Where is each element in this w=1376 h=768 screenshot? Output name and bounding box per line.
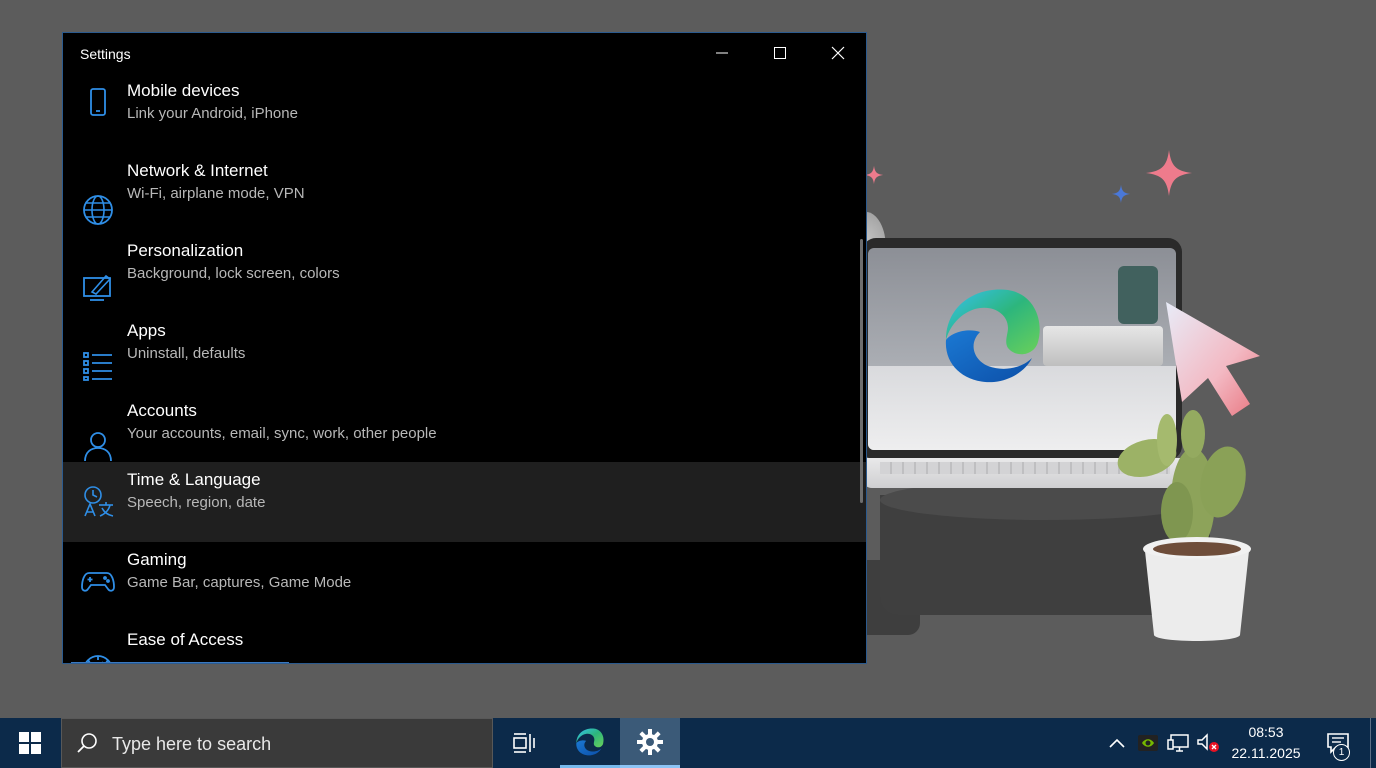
window-title: Settings <box>80 46 131 62</box>
category-title: Mobile devices <box>127 81 240 100</box>
clock-date: 22.11.2025 <box>1231 745 1301 761</box>
category-title: Ease of Access <box>127 630 244 649</box>
settings-window[interactable]: Settings Mobile devices Link your Androi… <box>62 32 867 664</box>
wallpaper-sparkle-large <box>1146 150 1192 196</box>
category-title: Personalization <box>127 241 244 260</box>
settings-taskbar-button[interactable] <box>620 718 680 768</box>
nvidia-icon <box>1138 735 1158 751</box>
close-button[interactable] <box>809 33 866 73</box>
minimize-icon <box>716 52 728 54</box>
phone-icon <box>81 85 115 119</box>
category-description: Game Bar, captures, Game Mode <box>127 574 352 591</box>
wallpaper-flower-pot <box>1143 537 1251 641</box>
task-view-button[interactable] <box>494 718 554 768</box>
category-title: Apps <box>127 321 166 340</box>
clock-time: 08:53 <box>1248 724 1284 740</box>
category-time-language[interactable]: Time & Language Speech, region, date <box>63 462 866 542</box>
category-description: Wi-Fi, airplane mode, VPN <box>127 185 305 202</box>
category-gaming[interactable]: Gaming Game Bar, captures, Game Mode <box>63 542 866 622</box>
category-personalization[interactable]: Personalization Background, lock screen,… <box>63 233 866 313</box>
start-button[interactable] <box>0 718 60 768</box>
maximize-icon <box>774 47 786 59</box>
time-language-icon <box>81 484 115 518</box>
nvidia-tray-button[interactable] <box>1134 718 1162 768</box>
category-accounts[interactable]: Accounts Your accounts, email, sync, wor… <box>63 393 866 473</box>
wallpaper-sparkle-small <box>864 165 884 185</box>
show-hidden-icons-button[interactable] <box>1104 718 1130 768</box>
maximize-button[interactable] <box>751 33 809 73</box>
window-titlebar[interactable]: Settings <box>63 33 866 73</box>
chevron-up-icon <box>1109 738 1125 748</box>
search-icon <box>77 733 97 753</box>
gamepad-icon <box>81 564 115 598</box>
show-desktop-button[interactable] <box>1370 718 1376 768</box>
category-mobile-devices[interactable]: Mobile devices Link your Android, iPhone <box>63 73 866 153</box>
category-ease-of-access[interactable]: Ease of Access <box>63 622 866 663</box>
category-title: Network & Internet <box>127 161 268 180</box>
close-icon <box>831 46 845 60</box>
windows-logo-icon <box>19 732 41 754</box>
taskbar-search-box[interactable]: Type here to search <box>61 718 493 768</box>
scrollbar-thumb[interactable] <box>860 239 863 503</box>
globe-icon <box>81 193 115 227</box>
focus-indicator <box>71 662 289 663</box>
category-title: Time & Language <box>127 470 261 489</box>
category-title: Accounts <box>127 401 197 420</box>
edge-taskbar-button[interactable] <box>560 718 620 768</box>
wallpaper-sparkle-blue <box>1111 184 1131 204</box>
personalization-icon <box>81 271 115 305</box>
category-description: Link your Android, iPhone <box>127 105 298 122</box>
apps-list-icon <box>81 349 115 383</box>
category-description: Speech, region, date <box>127 494 266 511</box>
person-icon <box>81 429 115 463</box>
category-description: Uninstall, defaults <box>127 345 246 362</box>
category-network-internet[interactable]: Network & Internet Wi-Fi, airplane mode,… <box>63 153 866 233</box>
network-icon <box>1167 734 1189 752</box>
minimize-button[interactable] <box>693 33 751 73</box>
volume-tray-button[interactable] <box>1194 718 1222 768</box>
network-tray-button[interactable] <box>1164 718 1192 768</box>
taskbar: Type here to search 08:53 22.11.2025 1 <box>0 718 1376 768</box>
notification-count-badge: 1 <box>1333 744 1350 761</box>
task-view-icon <box>513 733 535 753</box>
category-description: Background, lock screen, colors <box>127 265 340 282</box>
edge-logo-icon <box>945 289 1040 383</box>
category-apps[interactable]: Apps Uninstall, defaults <box>63 313 866 393</box>
search-placeholder: Type here to search <box>112 734 272 754</box>
category-description: Your accounts, email, sync, work, other … <box>127 425 437 442</box>
taskbar-clock[interactable]: 08:53 22.11.2025 <box>1224 722 1308 764</box>
edge-icon <box>576 727 604 755</box>
gear-icon <box>637 728 663 755</box>
category-title: Gaming <box>127 550 187 569</box>
volume-muted-icon <box>1197 733 1219 752</box>
settings-category-list[interactable]: Mobile devices Link your Android, iPhone… <box>63 73 866 663</box>
